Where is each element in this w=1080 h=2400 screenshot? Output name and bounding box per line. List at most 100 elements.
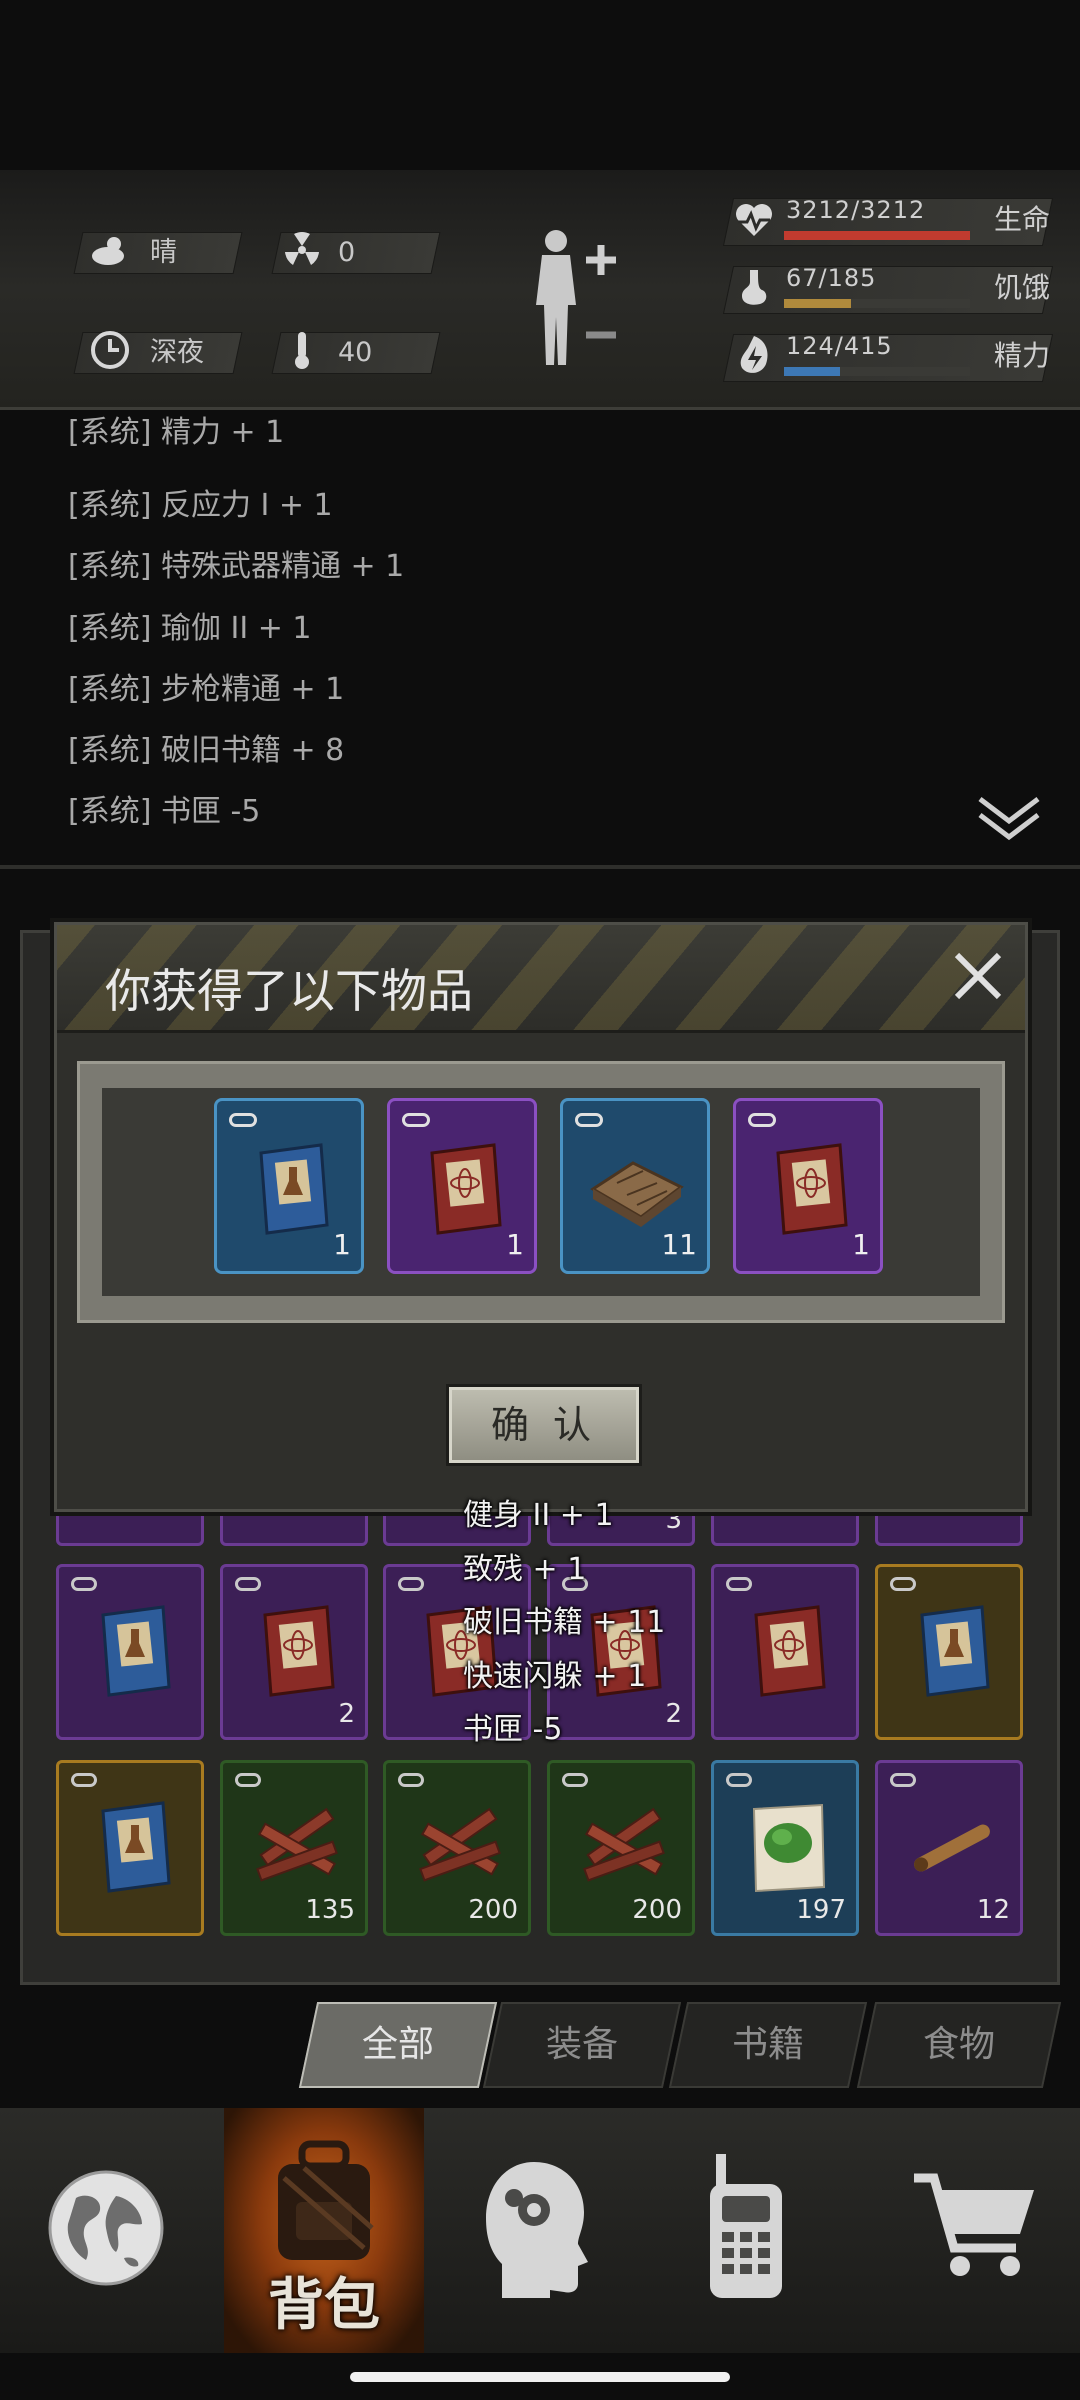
inventory-slot[interactable]: 200 xyxy=(547,1760,695,1936)
tab-label: 全部 xyxy=(361,2024,434,2065)
stomach-icon xyxy=(732,266,776,310)
home-indicator[interactable] xyxy=(350,2372,730,2382)
nav-backpack-button[interactable]: 背包 xyxy=(224,2108,424,2353)
nav-shop-button[interactable] xyxy=(852,2108,1080,2353)
inventory-slot[interactable]: 12 xyxy=(875,1760,1023,1936)
health-value: 3212/3212 xyxy=(786,196,926,224)
health-label: 生命 xyxy=(994,203,1051,236)
link-icon xyxy=(398,1577,424,1591)
hunger-bar xyxy=(784,299,970,308)
reward-count: 1 xyxy=(852,1228,870,1261)
inventory-slot[interactable] xyxy=(56,1760,204,1936)
hunger-value: 67/185 xyxy=(786,264,877,292)
hunger-bar-fill xyxy=(784,299,852,308)
tab-label: 食物 xyxy=(922,2024,995,2065)
body-figure-icon xyxy=(536,230,616,365)
time-of-day-text: 深夜 xyxy=(150,337,204,368)
link-icon xyxy=(235,1773,261,1787)
log-line: [系统] 瑜伽 II + 1 xyxy=(68,611,312,646)
nav-backpack-label: 背包 xyxy=(268,2273,380,2338)
link-icon xyxy=(235,1577,261,1591)
reward-count: 1 xyxy=(506,1228,524,1261)
reward-count: 1 xyxy=(333,1228,351,1261)
link-icon xyxy=(71,1773,97,1787)
heart-icon xyxy=(732,198,776,242)
nav-map-button[interactable] xyxy=(0,2108,222,2353)
reward-item[interactable]: 1 xyxy=(733,1098,883,1274)
link-icon xyxy=(890,1577,916,1591)
walkie-talkie-icon xyxy=(710,2154,782,2298)
reward-item[interactable]: 11 xyxy=(560,1098,710,1274)
atom-book-icon xyxy=(263,1605,335,1697)
cigar-icon xyxy=(914,1824,990,1872)
scroll-down-button[interactable] xyxy=(976,795,1042,843)
science-book-icon xyxy=(259,1143,329,1235)
gain-toast: 快速闪躲 + 1 xyxy=(463,1659,647,1694)
inventory-slot[interactable] xyxy=(56,1564,204,1740)
slot-count: 2 xyxy=(338,1699,355,1729)
body-status-button[interactable] xyxy=(520,225,620,375)
radiation-icon xyxy=(280,228,324,272)
reward-dialog: 你获得了以下物品 1 1 11 1 确 认 xyxy=(54,922,1028,1512)
link-icon xyxy=(562,1773,588,1787)
atom-book-icon xyxy=(776,1143,848,1235)
globe-icon xyxy=(48,2170,164,2286)
energy-bar-fill xyxy=(784,367,840,376)
link-icon xyxy=(726,1577,752,1591)
nav-skills-button[interactable] xyxy=(426,2108,640,2353)
inventory-slot[interactable]: 197 xyxy=(711,1760,859,1936)
message-log[interactable]: [系统] 精力 + 1 [系统] 反应力 I + 1 [系统] 特殊武器精通 +… xyxy=(0,415,1080,865)
link-icon xyxy=(402,1113,430,1127)
energy-bar xyxy=(784,367,970,376)
log-line: [系统] 破旧书籍 + 8 xyxy=(68,733,345,768)
reward-item[interactable]: 1 xyxy=(387,1098,537,1274)
atom-book-icon xyxy=(754,1605,826,1697)
confirm-button[interactable]: 确 认 xyxy=(449,1387,639,1463)
gain-toast: 破旧书籍 + 11 xyxy=(463,1605,666,1640)
reward-count: 11 xyxy=(661,1228,697,1261)
slot-count: 200 xyxy=(468,1895,518,1925)
log-line: [系统] 反应力 I + 1 xyxy=(68,488,333,523)
firewood-icon xyxy=(583,1807,665,1882)
slot-count: 2 xyxy=(665,1699,682,1729)
energy-label: 精力 xyxy=(994,339,1051,372)
status-panel: 晴 0 深夜 40 3212/3212 生命 67/185 饥饿 124/415… xyxy=(0,170,1080,410)
head-gear-icon xyxy=(486,2162,588,2298)
slot-count: 135 xyxy=(305,1895,355,1925)
inventory-slot[interactable] xyxy=(875,1564,1023,1740)
log-line: [系统] 特殊武器精通 + 1 xyxy=(68,549,405,584)
inventory-slot[interactable]: 200 xyxy=(383,1760,531,1936)
inventory-slot[interactable]: 2 xyxy=(220,1564,368,1740)
slot-count: 197 xyxy=(796,1895,846,1925)
herb-paper-icon xyxy=(752,1803,826,1893)
log-divider xyxy=(0,865,1080,869)
link-icon xyxy=(748,1113,776,1127)
tab-label: 装备 xyxy=(545,2024,618,2065)
atom-book-icon xyxy=(430,1143,502,1235)
link-icon xyxy=(71,1577,97,1591)
gain-toast: 书匣 -5 xyxy=(463,1712,563,1747)
close-icon xyxy=(954,952,1002,1000)
science-book-icon xyxy=(101,1801,171,1893)
dialog-title: 你获得了以下物品 xyxy=(105,964,473,1018)
tab-books[interactable]: 书籍 xyxy=(668,2002,868,2088)
thermometer-icon xyxy=(280,328,324,372)
old-books-icon xyxy=(590,1161,684,1227)
log-line: [系统] 书匣 -5 xyxy=(68,794,261,829)
shopping-cart-icon xyxy=(914,2173,1034,2276)
tab-label: 书籍 xyxy=(731,2024,804,2065)
inventory-slot[interactable]: 135 xyxy=(220,1760,368,1936)
nav-radio-button[interactable] xyxy=(642,2108,850,2353)
health-bar-fill xyxy=(784,231,970,240)
radiation-value: 0 xyxy=(338,237,356,268)
tab-all[interactable]: 全部 xyxy=(298,2002,498,2088)
reward-item[interactable]: 1 xyxy=(214,1098,364,1274)
link-icon xyxy=(726,1773,752,1787)
firewood-icon xyxy=(256,1807,338,1882)
close-button[interactable] xyxy=(949,947,1007,1005)
firewood-icon xyxy=(419,1807,501,1882)
tab-equipment[interactable]: 装备 xyxy=(482,2002,682,2088)
reward-items-panel: 1 1 11 1 xyxy=(77,1061,1005,1323)
tab-food[interactable]: 食物 xyxy=(856,2002,1062,2088)
inventory-slot[interactable] xyxy=(711,1564,859,1740)
